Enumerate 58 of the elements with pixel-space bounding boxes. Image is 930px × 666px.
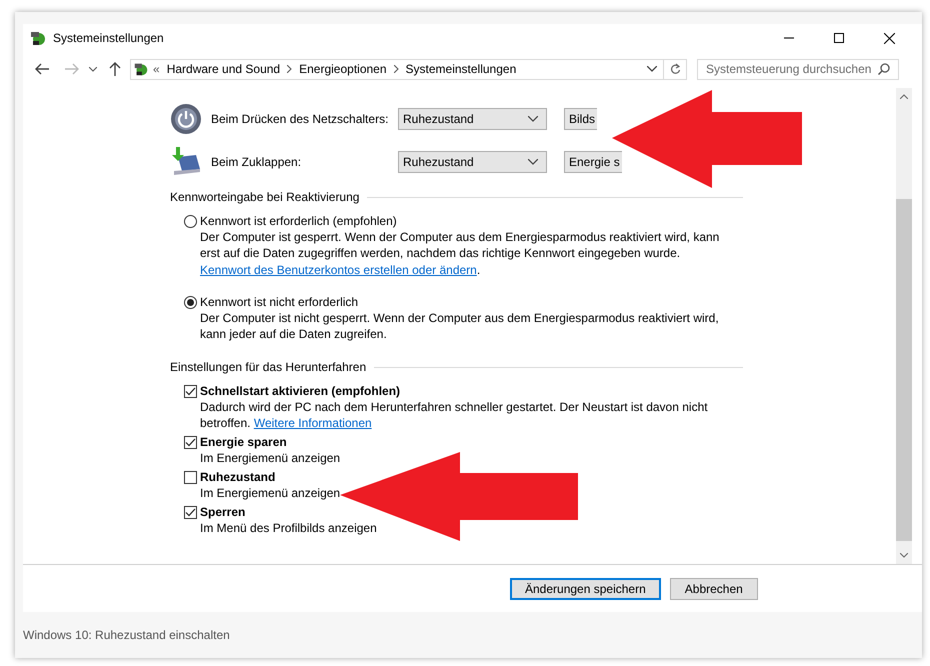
dropdown[interactable]: Energie s	[564, 150, 622, 172]
address-bar[interactable]: « Hardware und Sound Energieoptionen Systemeinstellungen	[130, 58, 687, 80]
option-description: Im Energiemenü anzeigen	[200, 450, 342, 466]
window-title: Systemeinstellungen	[53, 31, 164, 45]
dropdown[interactable]: Bilds	[564, 108, 598, 130]
option-label[interactable]: Kennwort ist nicht erforderlich	[200, 295, 358, 309]
chevron-down-icon	[528, 116, 538, 122]
checkbox[interactable]	[184, 470, 197, 484]
scroll-up-icon[interactable]	[900, 94, 908, 99]
dropdown[interactable]: Ruhezustand	[398, 150, 547, 172]
chevron-down-icon	[528, 158, 538, 164]
section-heading: Einstellungen für das Herunterfahren	[170, 360, 366, 374]
breadcrumb[interactable]: Hardware und Sound	[166, 62, 280, 76]
chevron-down-icon[interactable]	[89, 66, 97, 72]
link[interactable]: Weitere Informationen	[254, 416, 372, 430]
option-description: Der Computer ist gesperrt. Wenn der Computer aus dem Energiesparmodus reaktiviert wird, kann erst auf die Daten zugegriffen werden, nachdem das richtige Kennwort eingegeben wurde.	[200, 229, 720, 261]
section-heading: Kennworteingabe bei Reaktivierung	[170, 190, 360, 204]
back-arrow-icon[interactable]	[35, 63, 49, 75]
link-line: Kennwort des Benutzerkontos erstellen oder ändern.	[200, 262, 482, 278]
option-label[interactable]: Schnellstart aktivieren (empfohlen)	[200, 384, 400, 398]
power-button-icon	[170, 102, 202, 134]
radio-button[interactable]	[184, 214, 197, 228]
checkbox[interactable]	[184, 506, 197, 518]
radio-button[interactable]	[184, 296, 197, 308]
setting-label: Beim Zuklappen:	[211, 154, 302, 168]
maximize-icon[interactable]	[834, 33, 844, 43]
option-label[interactable]: Energie sparen	[200, 435, 287, 449]
power-options-icon	[133, 61, 149, 77]
option-description: Dadurch wird der PC nach dem Herunterfahren schneller gestartet. Der Neustart ist davon nicht betroffen. Weitere Informationen	[200, 399, 709, 431]
dialog-button[interactable]: Änderungen speichern	[510, 578, 661, 600]
chevron-right-icon[interactable]	[287, 65, 292, 73]
overflow-marker[interactable]: «	[153, 62, 160, 76]
scrollbar[interactable]	[896, 88, 912, 564]
option-label[interactable]: Ruhezustand	[200, 470, 276, 484]
setting-label: Beim Drücken des Netzschalters:	[211, 112, 390, 126]
option-label[interactable]: Sperren	[200, 505, 246, 519]
breadcrumb[interactable]: Energieoptionen	[299, 62, 387, 76]
chevron-down-icon[interactable]	[647, 66, 657, 72]
chevron-right-icon[interactable]	[394, 65, 399, 73]
caption: Windows 10: Ruhezustand einschalten	[23, 627, 231, 642]
close-icon[interactable]	[884, 32, 895, 44]
option-description: Im Menü des Profilbilds anzeigen	[200, 520, 378, 536]
link[interactable]: Kennwort des Benutzerkontos erstellen oder ändern	[200, 263, 477, 277]
option-label[interactable]: Kennwort ist erforderlich (empfohlen)	[200, 214, 397, 228]
dropdown[interactable]: Ruhezustand	[398, 108, 547, 130]
checkbox[interactable]	[184, 384, 197, 398]
breadcrumb[interactable]: Systemeinstellungen	[406, 62, 516, 76]
refresh-icon	[670, 63, 680, 75]
laptop-icon	[170, 146, 202, 176]
option-description: Der Computer ist nicht gesperrt. Wenn der Computer aus dem Energiesparmodus reaktiviert wird, kann jeder auf die Daten zugreifen.	[200, 310, 720, 342]
up-arrow-icon[interactable]	[109, 62, 121, 76]
option-description: Im Energiemenü anzeigen	[200, 485, 342, 501]
scroll-down-icon[interactable]	[900, 553, 908, 558]
power-options-icon	[29, 29, 47, 47]
search-icon	[878, 63, 890, 75]
search-field[interactable]: Systemsteuerung durchsuchen	[697, 58, 899, 80]
checkbox[interactable]	[184, 436, 197, 448]
dialog-button[interactable]: Abbrechen	[670, 578, 758, 600]
